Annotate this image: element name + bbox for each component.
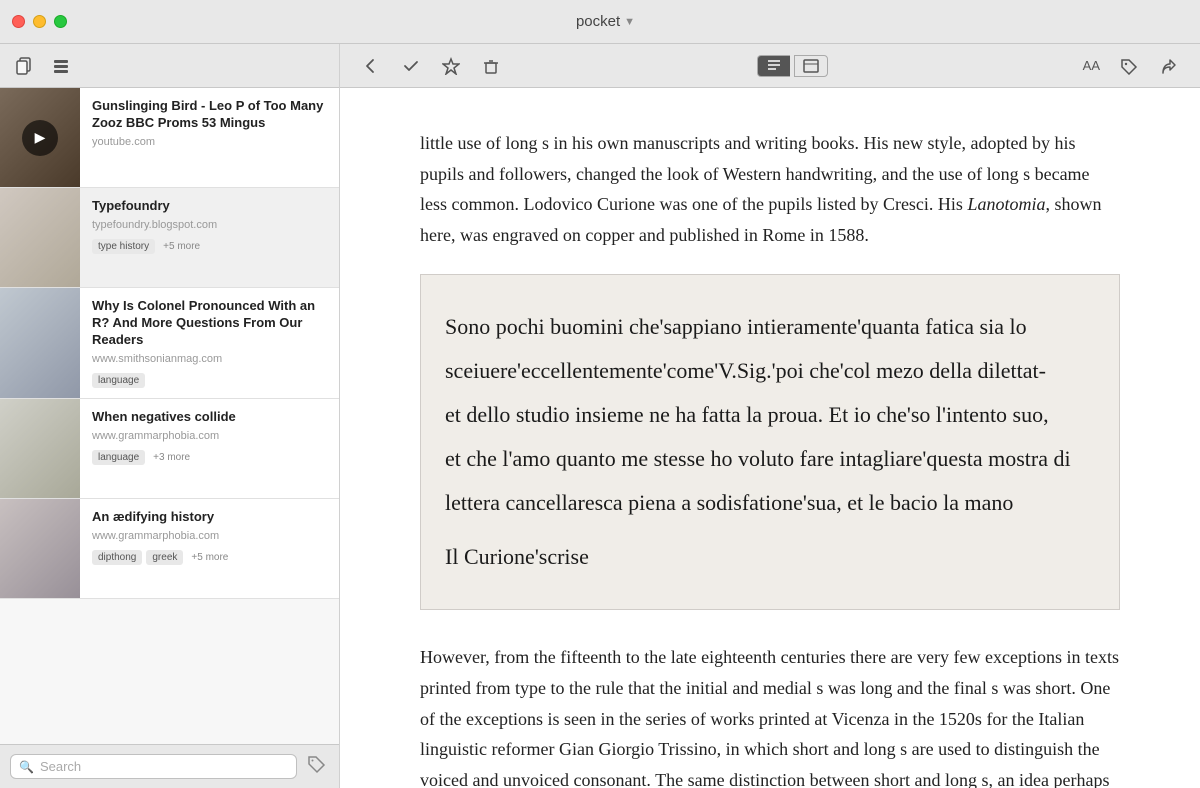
back-button[interactable] — [356, 53, 386, 79]
font-size-button[interactable]: AA — [1079, 54, 1104, 77]
article-domain: typefoundry.blogspot.com — [92, 219, 327, 231]
sidebar: ▶ Gunslinging Bird - Leo P of Too Many Z… — [0, 44, 340, 788]
thumbnail-image: ▶ — [0, 88, 80, 187]
tag-button[interactable] — [1114, 53, 1144, 79]
tag-badge[interactable]: type history — [92, 239, 155, 254]
article-content: An ædifying history www.grammarphobia.co… — [80, 499, 339, 598]
article-domain: www.grammarphobia.com — [92, 530, 327, 542]
tag-more[interactable]: +3 more — [149, 450, 194, 465]
trash-button[interactable] — [476, 53, 506, 79]
article-item[interactable]: Typefoundry typefoundry.blogspot.com typ… — [0, 188, 339, 288]
article-title: When negatives collide — [92, 409, 327, 426]
article-thumbnail: ▶ — [0, 88, 80, 187]
reader-pane: AA little use of long s in his own manus… — [340, 44, 1200, 788]
main-layout: ▶ Gunslinging Bird - Leo P of Too Many Z… — [0, 44, 1200, 788]
search-input-wrapper: 🔍 — [10, 754, 297, 779]
article-list: ▶ Gunslinging Bird - Leo P of Too Many Z… — [0, 88, 339, 744]
article-tags: dipthong greek +5 more — [92, 550, 327, 565]
titlebar: pocket ▼ — [0, 0, 1200, 44]
article-item[interactable]: When negatives collide www.grammarphobia… — [0, 399, 339, 499]
reader-toolbar-right: AA — [1079, 53, 1184, 79]
article-content: When negatives collide www.grammarphobia… — [80, 399, 339, 498]
search-bar: 🔍 — [0, 744, 339, 788]
share-button[interactable] — [1154, 53, 1184, 79]
italic-text: Lanotomia — [967, 194, 1045, 214]
search-icon: 🔍 — [19, 760, 34, 774]
thumbnail-image — [0, 499, 80, 598]
thumbnail-image — [0, 288, 80, 398]
article-title: Typefoundry — [92, 198, 327, 215]
article-domain: youtube.com — [92, 136, 327, 148]
reader-toolbar-left — [356, 53, 506, 79]
app-title: pocket ▼ — [576, 13, 635, 30]
tag-more[interactable]: +5 more — [187, 550, 232, 565]
article-view-button[interactable] — [757, 55, 790, 77]
article-domain: www.grammarphobia.com — [92, 430, 327, 442]
sidebar-toolbar — [0, 44, 339, 88]
article-item[interactable]: An ædifying history www.grammarphobia.co… — [0, 499, 339, 599]
reader-toolbar-center — [757, 55, 828, 77]
thumbnail-image — [0, 188, 80, 287]
font-size-label: AA — [1083, 58, 1100, 73]
play-button[interactable]: ▶ — [22, 120, 58, 156]
copy-button[interactable] — [10, 53, 40, 79]
list-view-button[interactable] — [46, 53, 76, 79]
maximize-button[interactable] — [54, 15, 67, 28]
reader-toolbar: AA — [340, 44, 1200, 88]
app-name-label: pocket — [576, 13, 620, 30]
article-content: Why Is Colonel Pronounced With an R? And… — [80, 288, 339, 398]
tag-badge[interactable]: dipthong — [92, 550, 142, 565]
article-content: Typefoundry typefoundry.blogspot.com typ… — [80, 188, 339, 287]
app-dropdown-icon[interactable]: ▼ — [624, 16, 635, 28]
article-domain: www.smithsonianmag.com — [92, 353, 327, 365]
tag-badge[interactable]: greek — [146, 550, 183, 565]
article-thumbnail — [0, 188, 80, 287]
content-paragraph-2: However, from the fifteenth to the late … — [420, 642, 1120, 788]
article-tags: language +3 more — [92, 450, 327, 465]
tag-more[interactable]: +5 more — [159, 239, 204, 254]
tag-badge[interactable]: language — [92, 373, 145, 388]
web-view-button[interactable] — [794, 55, 828, 77]
star-button[interactable] — [436, 53, 466, 79]
article-thumbnail — [0, 399, 80, 498]
article-item[interactable]: Why Is Colonel Pronounced With an R? And… — [0, 288, 339, 399]
calligraphy-text: Sono pochi buomini che'sappiano intieram… — [445, 305, 1095, 579]
minimize-button[interactable] — [33, 15, 46, 28]
check-button[interactable] — [396, 53, 426, 79]
article-title: Gunslinging Bird - Leo P of Too Many Zoo… — [92, 98, 327, 132]
article-tags: type history +5 more — [92, 239, 327, 254]
article-content: Gunslinging Bird - Leo P of Too Many Zoo… — [80, 88, 339, 187]
article-thumbnail — [0, 288, 80, 398]
calligraphy-image: Sono pochi buomini che'sappiano intieram… — [420, 274, 1120, 610]
traffic-lights — [12, 15, 67, 28]
tag-badge[interactable]: language — [92, 450, 145, 465]
close-button[interactable] — [12, 15, 25, 28]
tags-filter-button[interactable] — [305, 752, 329, 781]
article-tags: language — [92, 373, 327, 388]
search-input[interactable] — [40, 759, 288, 774]
article-thumbnail — [0, 499, 80, 598]
article-title: Why Is Colonel Pronounced With an R? And… — [92, 298, 327, 349]
reader-content: little use of long s in his own manuscri… — [340, 88, 1200, 788]
article-title: An ædifying history — [92, 509, 327, 526]
article-item[interactable]: ▶ Gunslinging Bird - Leo P of Too Many Z… — [0, 88, 339, 188]
content-paragraph: little use of long s in his own manuscri… — [420, 128, 1120, 250]
thumbnail-image — [0, 399, 80, 498]
